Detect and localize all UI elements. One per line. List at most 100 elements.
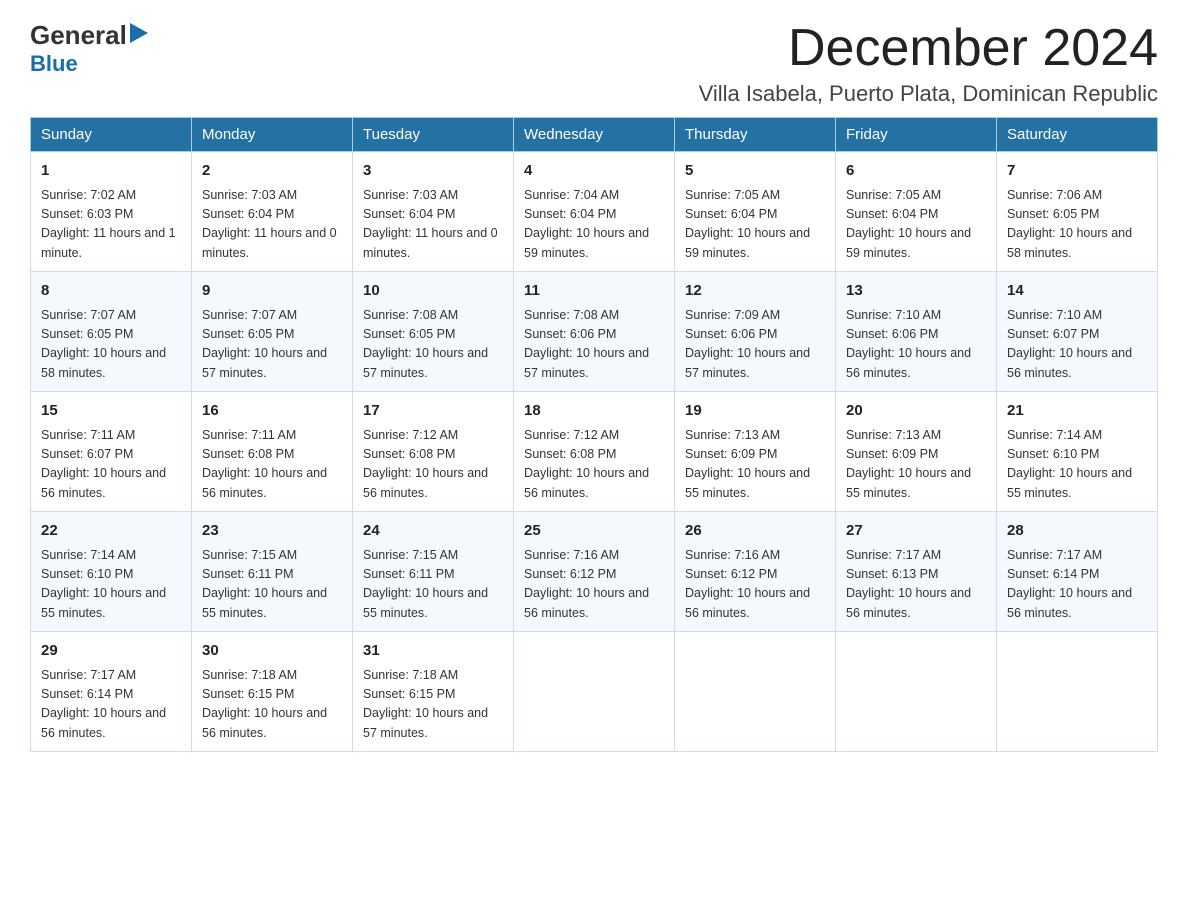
day-info: Sunrise: 7:03 AMSunset: 6:04 PMDaylight:…: [202, 186, 342, 264]
table-row: [675, 632, 836, 752]
table-row: 25 Sunrise: 7:16 AMSunset: 6:12 PMDayligh…: [514, 512, 675, 632]
table-row: 16 Sunrise: 7:11 AMSunset: 6:08 PMDayligh…: [192, 392, 353, 512]
day-info: Sunrise: 7:16 AMSunset: 6:12 PMDaylight:…: [685, 546, 825, 624]
table-row: 28Sunrise: 7:17 AMSunset: 6:14 PMDayligh…: [997, 512, 1158, 632]
page-header: General Blue December 2024 Villa Isabela…: [30, 20, 1158, 107]
day-info: Sunrise: 7:08 AMSunset: 6:05 PMDaylight:…: [363, 306, 503, 384]
day-number: 22: [41, 520, 181, 543]
day-number: 7: [1007, 160, 1147, 183]
table-row: 11 Sunrise: 7:08 AMSunset: 6:06 PMDayligh…: [514, 272, 675, 392]
day-info: Sunrise: 7:10 AMSunset: 6:06 PMDaylight:…: [846, 306, 986, 384]
header-wednesday: Wednesday: [514, 118, 675, 152]
day-number: 14: [1007, 280, 1147, 303]
day-info: Sunrise: 7:06 AMSunset: 6:05 PMDaylight:…: [1007, 186, 1147, 264]
table-row: 30Sunrise: 7:18 AMSunset: 6:15 PMDayligh…: [192, 632, 353, 752]
day-number: 27: [846, 520, 986, 543]
table-row: [997, 632, 1158, 752]
calendar-week-row: 8 Sunrise: 7:07 AMSunset: 6:05 PMDaylight…: [31, 272, 1158, 392]
day-info: Sunrise: 7:11 AMSunset: 6:07 PMDaylight:…: [41, 426, 181, 504]
day-number: 19: [685, 400, 825, 423]
logo-triangle-icon: [130, 23, 148, 48]
calendar-header-row: Sunday Monday Tuesday Wednesday Thursday…: [31, 118, 1158, 152]
day-info: Sunrise: 7:07 AMSunset: 6:05 PMDaylight:…: [202, 306, 342, 384]
header-tuesday: Tuesday: [353, 118, 514, 152]
table-row: 19 Sunrise: 7:13 AMSunset: 6:09 PMDayligh…: [675, 392, 836, 512]
day-info: Sunrise: 7:14 AMSunset: 6:10 PMDaylight:…: [41, 546, 181, 624]
day-info: Sunrise: 7:13 AMSunset: 6:09 PMDaylight:…: [685, 426, 825, 504]
table-row: 6 Sunrise: 7:05 AMSunset: 6:04 PMDaylight…: [836, 152, 997, 272]
day-number: 16: [202, 400, 342, 423]
calendar-week-row: 29 Sunrise: 7:17 AMSunset: 6:14 PMDayligh…: [31, 632, 1158, 752]
day-info: Sunrise: 7:15 AMSunset: 6:11 PMDaylight:…: [363, 546, 503, 624]
table-row: 1 Sunrise: 7:02 AMSunset: 6:03 PMDaylight…: [31, 152, 192, 272]
table-row: 26 Sunrise: 7:16 AMSunset: 6:12 PMDayligh…: [675, 512, 836, 632]
table-row: [514, 632, 675, 752]
day-info: Sunrise: 7:17 AMSunset: 6:13 PMDaylight:…: [846, 546, 986, 624]
table-row: 12Sunrise: 7:09 AMSunset: 6:06 PMDayligh…: [675, 272, 836, 392]
table-row: 29 Sunrise: 7:17 AMSunset: 6:14 PMDayligh…: [31, 632, 192, 752]
day-info: Sunrise: 7:18 AMSunset: 6:15 PMDaylight:…: [202, 666, 342, 744]
table-row: 7 Sunrise: 7:06 AMSunset: 6:05 PMDaylight…: [997, 152, 1158, 272]
day-number: 5: [685, 160, 825, 183]
table-row: 5 Sunrise: 7:05 AMSunset: 6:04 PMDaylight…: [675, 152, 836, 272]
header-friday: Friday: [836, 118, 997, 152]
table-row: 14 Sunrise: 7:10 AMSunset: 6:07 PMDayligh…: [997, 272, 1158, 392]
day-info: Sunrise: 7:07 AMSunset: 6:05 PMDaylight:…: [41, 306, 181, 384]
header-sunday: Sunday: [31, 118, 192, 152]
day-number: 15: [41, 400, 181, 423]
day-number: 4: [524, 160, 664, 183]
day-info: Sunrise: 7:12 AMSunset: 6:08 PMDaylight:…: [363, 426, 503, 504]
day-info: Sunrise: 7:16 AMSunset: 6:12 PMDaylight:…: [524, 546, 664, 624]
day-number: 21: [1007, 400, 1147, 423]
day-info: Sunrise: 7:13 AMSunset: 6:09 PMDaylight:…: [846, 426, 986, 504]
day-info: Sunrise: 7:12 AMSunset: 6:08 PMDaylight:…: [524, 426, 664, 504]
table-row: 18 Sunrise: 7:12 AMSunset: 6:08 PMDayligh…: [514, 392, 675, 512]
calendar-week-row: 22 Sunrise: 7:14 AMSunset: 6:10 PMDayligh…: [31, 512, 1158, 632]
day-info: Sunrise: 7:05 AMSunset: 6:04 PMDaylight:…: [846, 186, 986, 264]
day-info: Sunrise: 7:17 AMSunset: 6:14 PMDaylight:…: [41, 666, 181, 744]
table-row: 10 Sunrise: 7:08 AMSunset: 6:05 PMDayligh…: [353, 272, 514, 392]
table-row: 20Sunrise: 7:13 AMSunset: 6:09 PMDayligh…: [836, 392, 997, 512]
header-saturday: Saturday: [997, 118, 1158, 152]
table-row: 17 Sunrise: 7:12 AMSunset: 6:08 PMDayligh…: [353, 392, 514, 512]
day-number: 10: [363, 280, 503, 303]
day-number: 17: [363, 400, 503, 423]
day-info: Sunrise: 7:09 AMSunset: 6:06 PMDaylight:…: [685, 306, 825, 384]
day-number: 1: [41, 160, 181, 183]
day-number: 11: [524, 280, 664, 303]
day-info: Sunrise: 7:17 AMSunset: 6:14 PMDaylight:…: [1007, 546, 1147, 624]
table-row: 4 Sunrise: 7:04 AMSunset: 6:04 PMDaylight…: [514, 152, 675, 272]
day-number: 9: [202, 280, 342, 303]
day-number: 6: [846, 160, 986, 183]
day-info: Sunrise: 7:02 AMSunset: 6:03 PMDaylight:…: [41, 186, 181, 264]
calendar-table: Sunday Monday Tuesday Wednesday Thursday…: [30, 117, 1158, 752]
day-info: Sunrise: 7:10 AMSunset: 6:07 PMDaylight:…: [1007, 306, 1147, 384]
day-info: Sunrise: 7:18 AMSunset: 6:15 PMDaylight:…: [363, 666, 503, 744]
table-row: 2 Sunrise: 7:03 AMSunset: 6:04 PMDaylight…: [192, 152, 353, 272]
day-number: 3: [363, 160, 503, 183]
logo: General Blue: [30, 20, 148, 77]
table-row: 15 Sunrise: 7:11 AMSunset: 6:07 PMDayligh…: [31, 392, 192, 512]
day-number: 8: [41, 280, 181, 303]
calendar-week-row: 15 Sunrise: 7:11 AMSunset: 6:07 PMDayligh…: [31, 392, 1158, 512]
day-info: Sunrise: 7:05 AMSunset: 6:04 PMDaylight:…: [685, 186, 825, 264]
day-number: 31: [363, 640, 503, 663]
table-row: 31 Sunrise: 7:18 AMSunset: 6:15 PMDayligh…: [353, 632, 514, 752]
day-number: 29: [41, 640, 181, 663]
day-info: Sunrise: 7:08 AMSunset: 6:06 PMDaylight:…: [524, 306, 664, 384]
title-section: December 2024 Villa Isabela, Puerto Plat…: [699, 20, 1158, 107]
table-row: 23Sunrise: 7:15 AMSunset: 6:11 PMDayligh…: [192, 512, 353, 632]
day-number: 18: [524, 400, 664, 423]
day-info: Sunrise: 7:03 AMSunset: 6:04 PMDaylight:…: [363, 186, 503, 264]
day-info: Sunrise: 7:11 AMSunset: 6:08 PMDaylight:…: [202, 426, 342, 504]
header-thursday: Thursday: [675, 118, 836, 152]
day-info: Sunrise: 7:14 AMSunset: 6:10 PMDaylight:…: [1007, 426, 1147, 504]
header-monday: Monday: [192, 118, 353, 152]
location-title: Villa Isabela, Puerto Plata, Dominican R…: [699, 81, 1158, 107]
day-number: 25: [524, 520, 664, 543]
day-info: Sunrise: 7:04 AMSunset: 6:04 PMDaylight:…: [524, 186, 664, 264]
table-row: 13Sunrise: 7:10 AMSunset: 6:06 PMDayligh…: [836, 272, 997, 392]
day-number: 2: [202, 160, 342, 183]
calendar-week-row: 1 Sunrise: 7:02 AMSunset: 6:03 PMDaylight…: [31, 152, 1158, 272]
day-number: 26: [685, 520, 825, 543]
